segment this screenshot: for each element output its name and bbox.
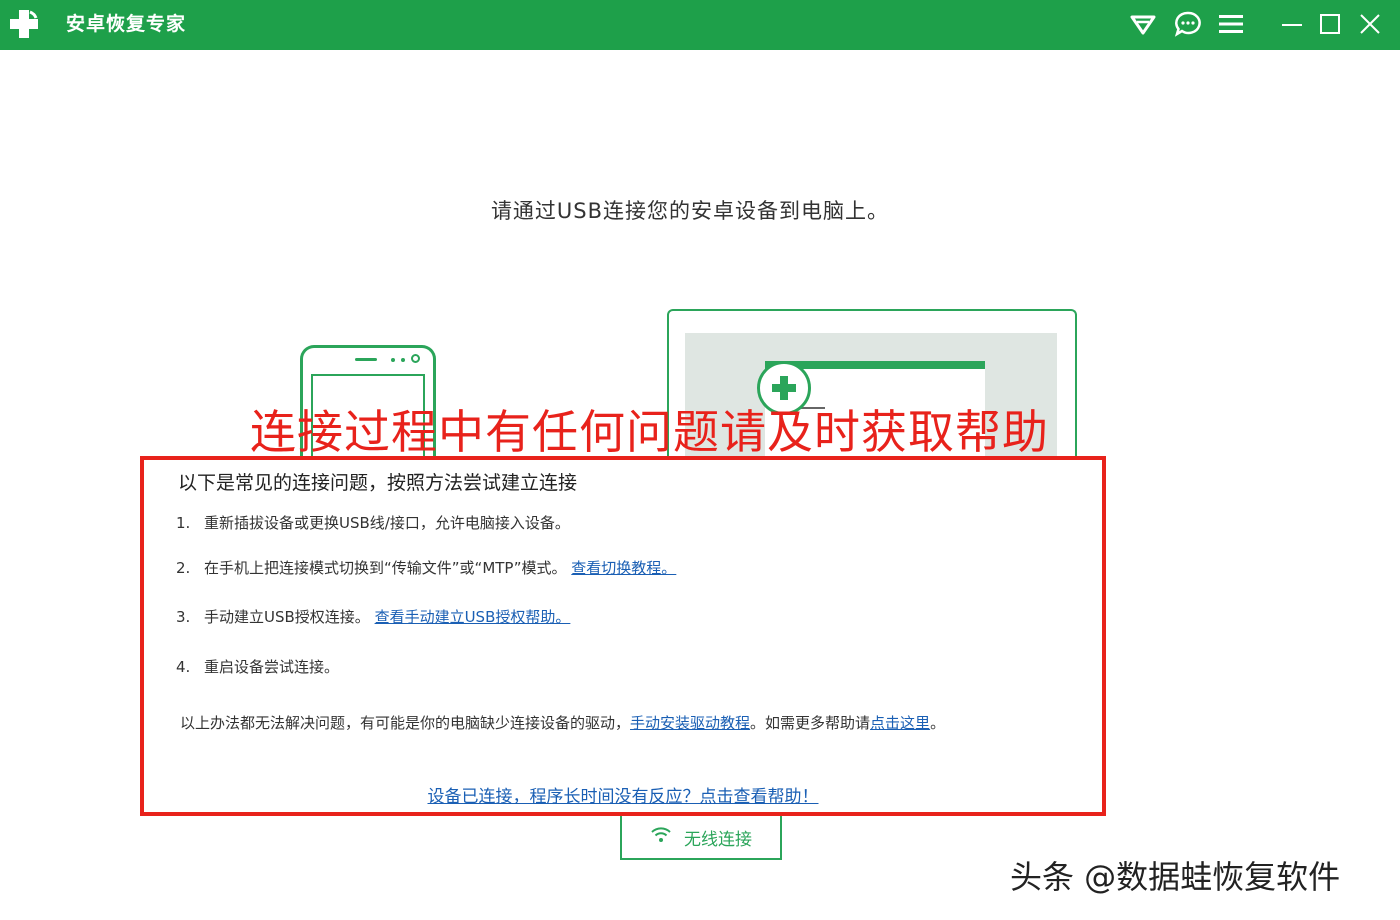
help-item-number: 2. — [176, 559, 191, 577]
vip-diamond-icon[interactable] — [1125, 6, 1161, 42]
switch-tutorial-link[interactable]: 查看切换教程。 — [571, 559, 676, 577]
help-item-3: 3. 手动建立USB授权连接。 查看手动建立USB授权帮助。 — [176, 606, 570, 627]
usb-authorization-help-link[interactable]: 查看手动建立USB授权帮助。 — [375, 608, 571, 626]
watermark-text: 头条 @数据蛙恢复软件 — [1010, 858, 1341, 896]
phone-sensor-dot — [391, 358, 395, 362]
help-item-number: 1. — [176, 514, 191, 532]
wifi-icon — [650, 826, 672, 849]
footer-text-after: 。 — [930, 714, 946, 732]
no-response-help-row: 设备已连接，程序长时间没有反应？点击查看帮助！ — [144, 782, 1102, 807]
no-response-help-link[interactable]: 设备已连接，程序长时间没有反应？点击查看帮助！ — [428, 787, 819, 807]
menu-icon[interactable] — [1213, 6, 1249, 42]
driver-install-tutorial-link[interactable]: 手动安装驱动教程 — [630, 714, 750, 732]
phone-speaker — [355, 358, 377, 361]
help-item-number: 4. — [176, 658, 191, 676]
help-footer-text: 以上办法都无法解决问题，有可能是你的电脑缺少连接设备的驱动，手动安装驱动教程。如… — [180, 712, 945, 733]
wireless-connect-button[interactable]: 无线连接 — [620, 816, 782, 860]
maximize-icon[interactable] — [1312, 6, 1348, 42]
more-help-link[interactable]: 点击这里 — [870, 714, 930, 732]
help-item-text: 手动建立USB授权连接。 — [204, 608, 370, 626]
help-item-1: 1. 重新插拔设备或更换USB线/接口，允许电脑接入设备。 — [176, 512, 570, 533]
help-item-4: 4. 重启设备尝试连接。 — [176, 656, 339, 677]
footer-text-before: 以上办法都无法解决问题，有可能是你的电脑缺少连接设备的驱动， — [180, 714, 631, 732]
title-bar: 安卓恢复专家 — [0, 0, 1400, 50]
app-logo-icon — [6, 6, 42, 42]
chat-bubble-icon[interactable] — [1170, 6, 1206, 42]
help-overlay-heading: 连接过程中有任何问题请及时获取帮助 — [250, 405, 1049, 459]
wireless-connect-label: 无线连接 — [684, 829, 752, 850]
help-item-text: 在手机上把连接模式切换到“传输文件”或“MTP”模式。 — [204, 559, 567, 577]
help-panel-heading: 以下是常见的连接问题，按照方法尝试建立连接 — [178, 472, 578, 494]
connection-help-panel: 以下是常见的连接问题，按照方法尝试建立连接 1. 重新插拔设备或更换USB线/接口… — [140, 456, 1106, 816]
minimize-icon[interactable] — [1274, 6, 1310, 42]
phone-sensor-dot — [401, 358, 405, 362]
help-item-text: 重启设备尝试连接。 — [204, 658, 340, 676]
close-icon[interactable] — [1352, 6, 1388, 42]
help-item-number: 3. — [176, 608, 191, 626]
app-title: 安卓恢复专家 — [66, 13, 187, 35]
usb-connect-instruction: 请通过USB连接您的安卓设备到电脑上。 — [490, 199, 890, 223]
help-item-2: 2. 在手机上把连接模式切换到“传输文件”或“MTP”模式。 查看切换教程。 — [176, 557, 676, 578]
help-item-text: 重新插拔设备或更换USB线/接口，允许电脑接入设备。 — [204, 514, 570, 532]
footer-text-middle: 。如需更多帮助请 — [750, 714, 871, 732]
phone-camera-icon — [411, 354, 420, 363]
